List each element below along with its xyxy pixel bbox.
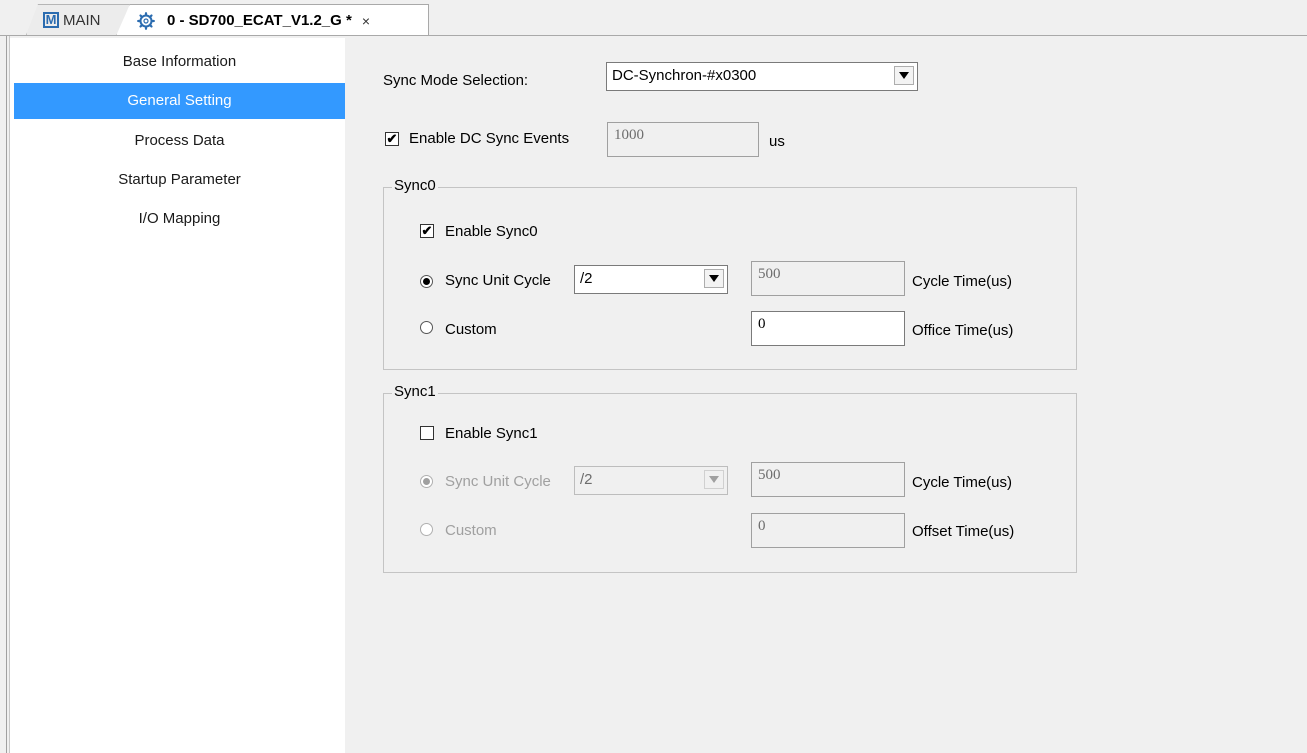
sync0-offset-label: Office Time(us) bbox=[912, 322, 1014, 339]
chevron-down-icon[interactable] bbox=[704, 269, 724, 288]
enable-sync1-label: Enable Sync1 bbox=[445, 425, 538, 442]
sync1-cycle-time-input[interactable]: 500 bbox=[751, 462, 905, 497]
sync0-custom-radio[interactable] bbox=[420, 321, 433, 334]
sidebar-item-label: Base Information bbox=[122, 53, 237, 70]
dc-cycle-value: 1000 bbox=[614, 127, 644, 143]
tab-device-config[interactable]: 0 - SD700_ECAT_V1.2_G * × bbox=[116, 4, 429, 36]
chevron-down-icon[interactable] bbox=[894, 66, 914, 85]
sidebar-item-base-information[interactable]: Base Information bbox=[14, 44, 345, 80]
sync0-offset-value: 0 bbox=[758, 316, 766, 332]
tab-main-label: MAIN bbox=[63, 11, 101, 29]
sidebar-item-label: I/O Mapping bbox=[138, 210, 221, 227]
sidebar-item-label: Process Data bbox=[134, 132, 225, 149]
enable-dc-sync-label: Enable DC Sync Events bbox=[409, 130, 570, 147]
sync1-cycle-time-label: Cycle Time(us) bbox=[912, 474, 1013, 491]
close-icon[interactable]: × bbox=[362, 13, 370, 29]
sync-mode-label: Sync Mode Selection: bbox=[383, 72, 529, 89]
enable-sync0-checkbox[interactable]: ✔ bbox=[420, 224, 434, 238]
sidebar-item-label: General Setting bbox=[127, 92, 232, 109]
sidebar-item-process-data[interactable]: Process Data bbox=[14, 123, 345, 159]
sidebar: Base Information General Setting Process… bbox=[10, 38, 345, 753]
sync0-cycle-time-value: 500 bbox=[758, 266, 781, 282]
m-logo-icon: M bbox=[43, 12, 59, 28]
sync0-unit-cycle-select[interactable]: /2 bbox=[574, 265, 728, 294]
sync-mode-select[interactable]: DC-Synchron-#x0300 bbox=[606, 62, 918, 91]
enable-sync0-label: Enable Sync0 bbox=[445, 223, 538, 240]
sync1-unit-cycle-select[interactable]: /2 bbox=[574, 466, 728, 495]
sidebar-item-label: Startup Parameter bbox=[118, 171, 241, 188]
sync0-title: Sync0 bbox=[392, 177, 438, 194]
sync1-unit-cycle-value: /2 bbox=[580, 471, 593, 488]
sync1-offset-value: 0 bbox=[758, 518, 766, 534]
sync1-offset-input[interactable]: 0 bbox=[751, 513, 905, 548]
sync0-unit-cycle-label: Sync Unit Cycle bbox=[445, 272, 551, 289]
enable-dc-sync-checkbox[interactable]: ✔ bbox=[385, 132, 399, 146]
gear-icon bbox=[137, 11, 155, 30]
sidebar-item-io-mapping[interactable]: I/O Mapping bbox=[14, 201, 345, 237]
sync1-custom-radio[interactable] bbox=[420, 523, 433, 536]
dc-cycle-input[interactable]: 1000 bbox=[607, 122, 759, 157]
sync1-unit-cycle-label: Sync Unit Cycle bbox=[445, 473, 551, 490]
frame-border bbox=[6, 36, 7, 753]
tab-main[interactable]: M MAIN bbox=[26, 4, 130, 35]
tab-device-label: 0 - SD700_ECAT_V1.2_G * bbox=[167, 12, 352, 29]
sync0-unit-cycle-value: /2 bbox=[580, 270, 593, 287]
enable-sync1-checkbox[interactable] bbox=[420, 426, 434, 440]
sync1-custom-label: Custom bbox=[445, 522, 497, 539]
sync0-cycle-time-input[interactable]: 500 bbox=[751, 261, 905, 296]
sync0-offset-input[interactable]: 0 bbox=[751, 311, 905, 346]
sync0-unit-cycle-radio[interactable] bbox=[420, 275, 433, 288]
sync0-cycle-time-label: Cycle Time(us) bbox=[912, 273, 1013, 290]
tab-baseline bbox=[0, 35, 1307, 36]
sync0-custom-label: Custom bbox=[445, 321, 497, 338]
sidebar-item-startup-parameter[interactable]: Startup Parameter bbox=[14, 162, 345, 198]
general-setting-panel: Sync Mode Selection: DC-Synchron-#x0300 … bbox=[345, 38, 1307, 753]
sync1-title: Sync1 bbox=[392, 383, 438, 400]
sync1-unit-cycle-radio[interactable] bbox=[420, 475, 433, 488]
dc-unit-label: us bbox=[769, 133, 785, 150]
sync1-cycle-time-value: 500 bbox=[758, 467, 781, 483]
chevron-down-icon[interactable] bbox=[704, 470, 724, 489]
sync1-offset-label: Offset Time(us) bbox=[912, 523, 1015, 540]
sidebar-item-general-setting[interactable]: General Setting bbox=[14, 83, 345, 119]
sync-mode-value: DC-Synchron-#x0300 bbox=[612, 67, 757, 84]
tab-strip: M MAIN 0 - SD700_ECAT_V1.2_G * × bbox=[0, 0, 1307, 36]
